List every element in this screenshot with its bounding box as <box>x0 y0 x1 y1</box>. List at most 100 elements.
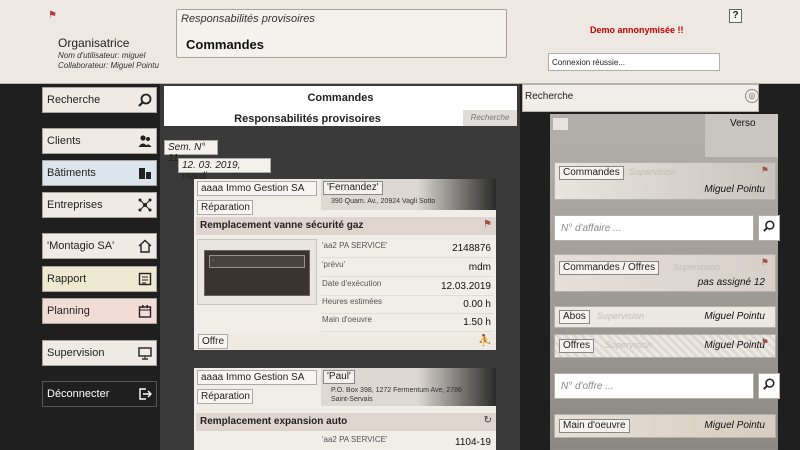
flag-icon: ⚑ <box>483 219 492 230</box>
sidebar-item-company[interactable]: 'Montagio SA' <box>42 233 157 259</box>
orders-panel: Commandes Responsabilités provisoires Re… <box>160 84 520 450</box>
detail-row: Date d'exécution 12.03.2019 <box>321 278 493 296</box>
contact-name: 'Fernandez' <box>323 181 383 195</box>
section-tag: Offres <box>559 339 595 353</box>
sidebar-item-label: Entreprises <box>47 199 103 211</box>
date-label: 12. 03. 2019, mardi <box>178 158 271 182</box>
job-title: Remplacement vanne sécurité gaz <box>200 220 364 231</box>
verso-label[interactable]: Verso <box>730 118 756 129</box>
offres-section[interactable]: Offres Supervision ⚑ Miguel Pointu <box>554 334 776 358</box>
orders-header: Commandes Responsabilités provisoires Re… <box>164 86 517 126</box>
section-user: Miguel Pointu <box>704 340 765 351</box>
section-sup: Supervision <box>673 262 721 272</box>
section-sup: Supervision <box>629 167 677 177</box>
address-text: P.O. Box 398, 1272 Fermentum Ave, 2786 S… <box>331 387 462 403</box>
search-icon[interactable] <box>758 215 780 241</box>
address-box: 'Fernandez' 390 Quam. Av., 20924 Vagli S… <box>321 179 496 210</box>
job-title-bar: Remplacement vanne sécurité gaz ⚑ <box>196 217 496 235</box>
sidebar-item-entreprises[interactable]: Entreprises <box>42 192 157 218</box>
logout-button[interactable]: Déconnecter <box>42 381 157 407</box>
app-header: ⚑ Organisatrice Nom d'utilisateur: migue… <box>0 0 800 84</box>
order-type: Réparation <box>197 200 253 215</box>
detail-value: 1.50 h <box>463 317 491 328</box>
order-type: Réparation <box>197 389 253 404</box>
orders-title: Commandes <box>307 92 374 104</box>
detail-label: 'prévu' <box>322 260 346 269</box>
search-panel-header: Recherche ◎ <box>522 84 759 112</box>
detail-label: 'aa2 PA SERVICE' <box>322 435 388 444</box>
section-sup: Supervision <box>597 311 645 321</box>
sidebar-item-rapport[interactable]: Rapport <box>42 266 157 292</box>
orders-search-tab[interactable]: Recherche <box>463 110 517 126</box>
sidebar-item-planning[interactable]: Planning <box>42 298 157 324</box>
help-button[interactable]: ? <box>729 9 742 23</box>
abos-section[interactable]: Abos Supervision Miguel Pointu <box>554 306 776 328</box>
sidebar-item-label: Bâtiments <box>47 167 96 179</box>
sidebar-item-batiments[interactable]: Bâtiments <box>42 160 157 186</box>
search-icon[interactable] <box>758 373 780 399</box>
sidebar: Recherche Clients Bâtiments Entreprises … <box>0 84 160 450</box>
buildings-icon <box>138 166 152 180</box>
sidebar-search-label: Recherche <box>47 94 101 106</box>
calendar-icon <box>138 304 152 318</box>
detail-value: 12.03.2019 <box>440 281 491 292</box>
section-tag: Commandes <box>559 166 624 180</box>
sidebar-search[interactable]: Recherche <box>42 87 157 113</box>
detail-row: Heures estimées 0.00 h <box>321 296 493 314</box>
section-tag: Abos <box>559 310 590 324</box>
detail-row: 'aa2 PA SERVICE' 1104-19 <box>321 434 493 450</box>
responsibility-label: Responsabilités provisoires <box>181 13 315 25</box>
pane-tab[interactable] <box>553 118 568 130</box>
connection-status: Connexion réussie... <box>548 53 720 71</box>
order-card[interactable]: aaaa Immo Gestion SA Réparation 'Paul' P… <box>194 368 496 450</box>
responsibility-box[interactable]: Responsabilités provisoires Commandes <box>176 9 507 58</box>
orders-offers-section[interactable]: Commandes / Offres Supervision ⚑ pas ass… <box>554 254 776 292</box>
affaire-search-input[interactable]: N° d'affaire ... <box>554 215 754 241</box>
order-thumbnail: . <box>197 239 317 305</box>
detail-value: 1104-19 <box>455 437 491 448</box>
sidebar-item-label: Déconnecter <box>47 388 110 400</box>
flag-icon: ⚑ <box>760 257 769 267</box>
offre-label: Offre <box>198 334 229 349</box>
week-label: Sem. N° 11 <box>164 140 218 164</box>
detail-row: Main d'oeuvre 1.50 h <box>321 314 493 332</box>
offre-search-input[interactable]: N° d'offre ... <box>554 373 754 399</box>
logout-icon <box>138 387 152 401</box>
section-user: Miguel Pointu <box>704 184 765 195</box>
thumbnail-frame: . <box>204 250 310 296</box>
section-user: Miguel Pointu <box>704 420 765 431</box>
person-icon: ⛹ <box>478 335 492 347</box>
job-title: Remplacement expansion auto <box>200 416 348 427</box>
responsibility-value: Commandes <box>186 37 265 52</box>
section-tag: Commandes / Offres <box>559 261 660 275</box>
order-card[interactable]: aaaa Immo Gestion SA Réparation 'Fernand… <box>194 179 496 350</box>
home-icon <box>138 239 152 253</box>
sidebar-item-label: Supervision <box>47 347 105 359</box>
org-title: Organisatrice <box>58 36 130 50</box>
address-box: 'Paul' P.O. Box 398, 1272 Fermentum Ave,… <box>321 368 496 406</box>
collaborator-line: Collaborateur: Miguel Pointu <box>58 61 159 70</box>
search-icon <box>138 93 152 107</box>
section-sup: Supervision <box>605 340 653 350</box>
customer-name: aaaa Immo Gestion SA <box>197 370 317 385</box>
commandes-section[interactable]: Commandes Supervision ⚑ Miguel Pointu <box>554 162 776 200</box>
target-icon[interactable]: ◎ <box>745 89 759 103</box>
customer-name: aaaa Immo Gestion SA <box>197 181 317 196</box>
demo-notice: Demo annonymisée !! <box>590 25 684 35</box>
search-panel: Recherche ◎ Verso Commandes Supervision … <box>520 84 800 450</box>
network-icon <box>138 198 152 212</box>
sidebar-item-label: Clients <box>47 135 81 147</box>
detail-label: Date d'exécution <box>322 279 382 288</box>
sidebar-item-label: Planning <box>47 305 90 317</box>
thumbnail-field: . <box>209 255 305 268</box>
sidebar-item-clients[interactable]: Clients <box>42 128 157 154</box>
labour-section[interactable]: Main d'oeuvre Miguel Pointu <box>554 414 776 438</box>
section-user: Miguel Pointu <box>704 311 765 322</box>
card-footer: Offre ⛹ <box>196 333 496 350</box>
section-user: pas assigné 12 <box>697 277 765 288</box>
flag-icon: ⚑ <box>48 10 57 21</box>
sidebar-item-supervision[interactable]: Supervision <box>42 340 157 366</box>
detail-label: 'aa2 PA SERVICE' <box>322 241 388 250</box>
flag-icon: ⚑ <box>760 165 769 175</box>
contact-name: 'Paul' <box>323 370 355 384</box>
